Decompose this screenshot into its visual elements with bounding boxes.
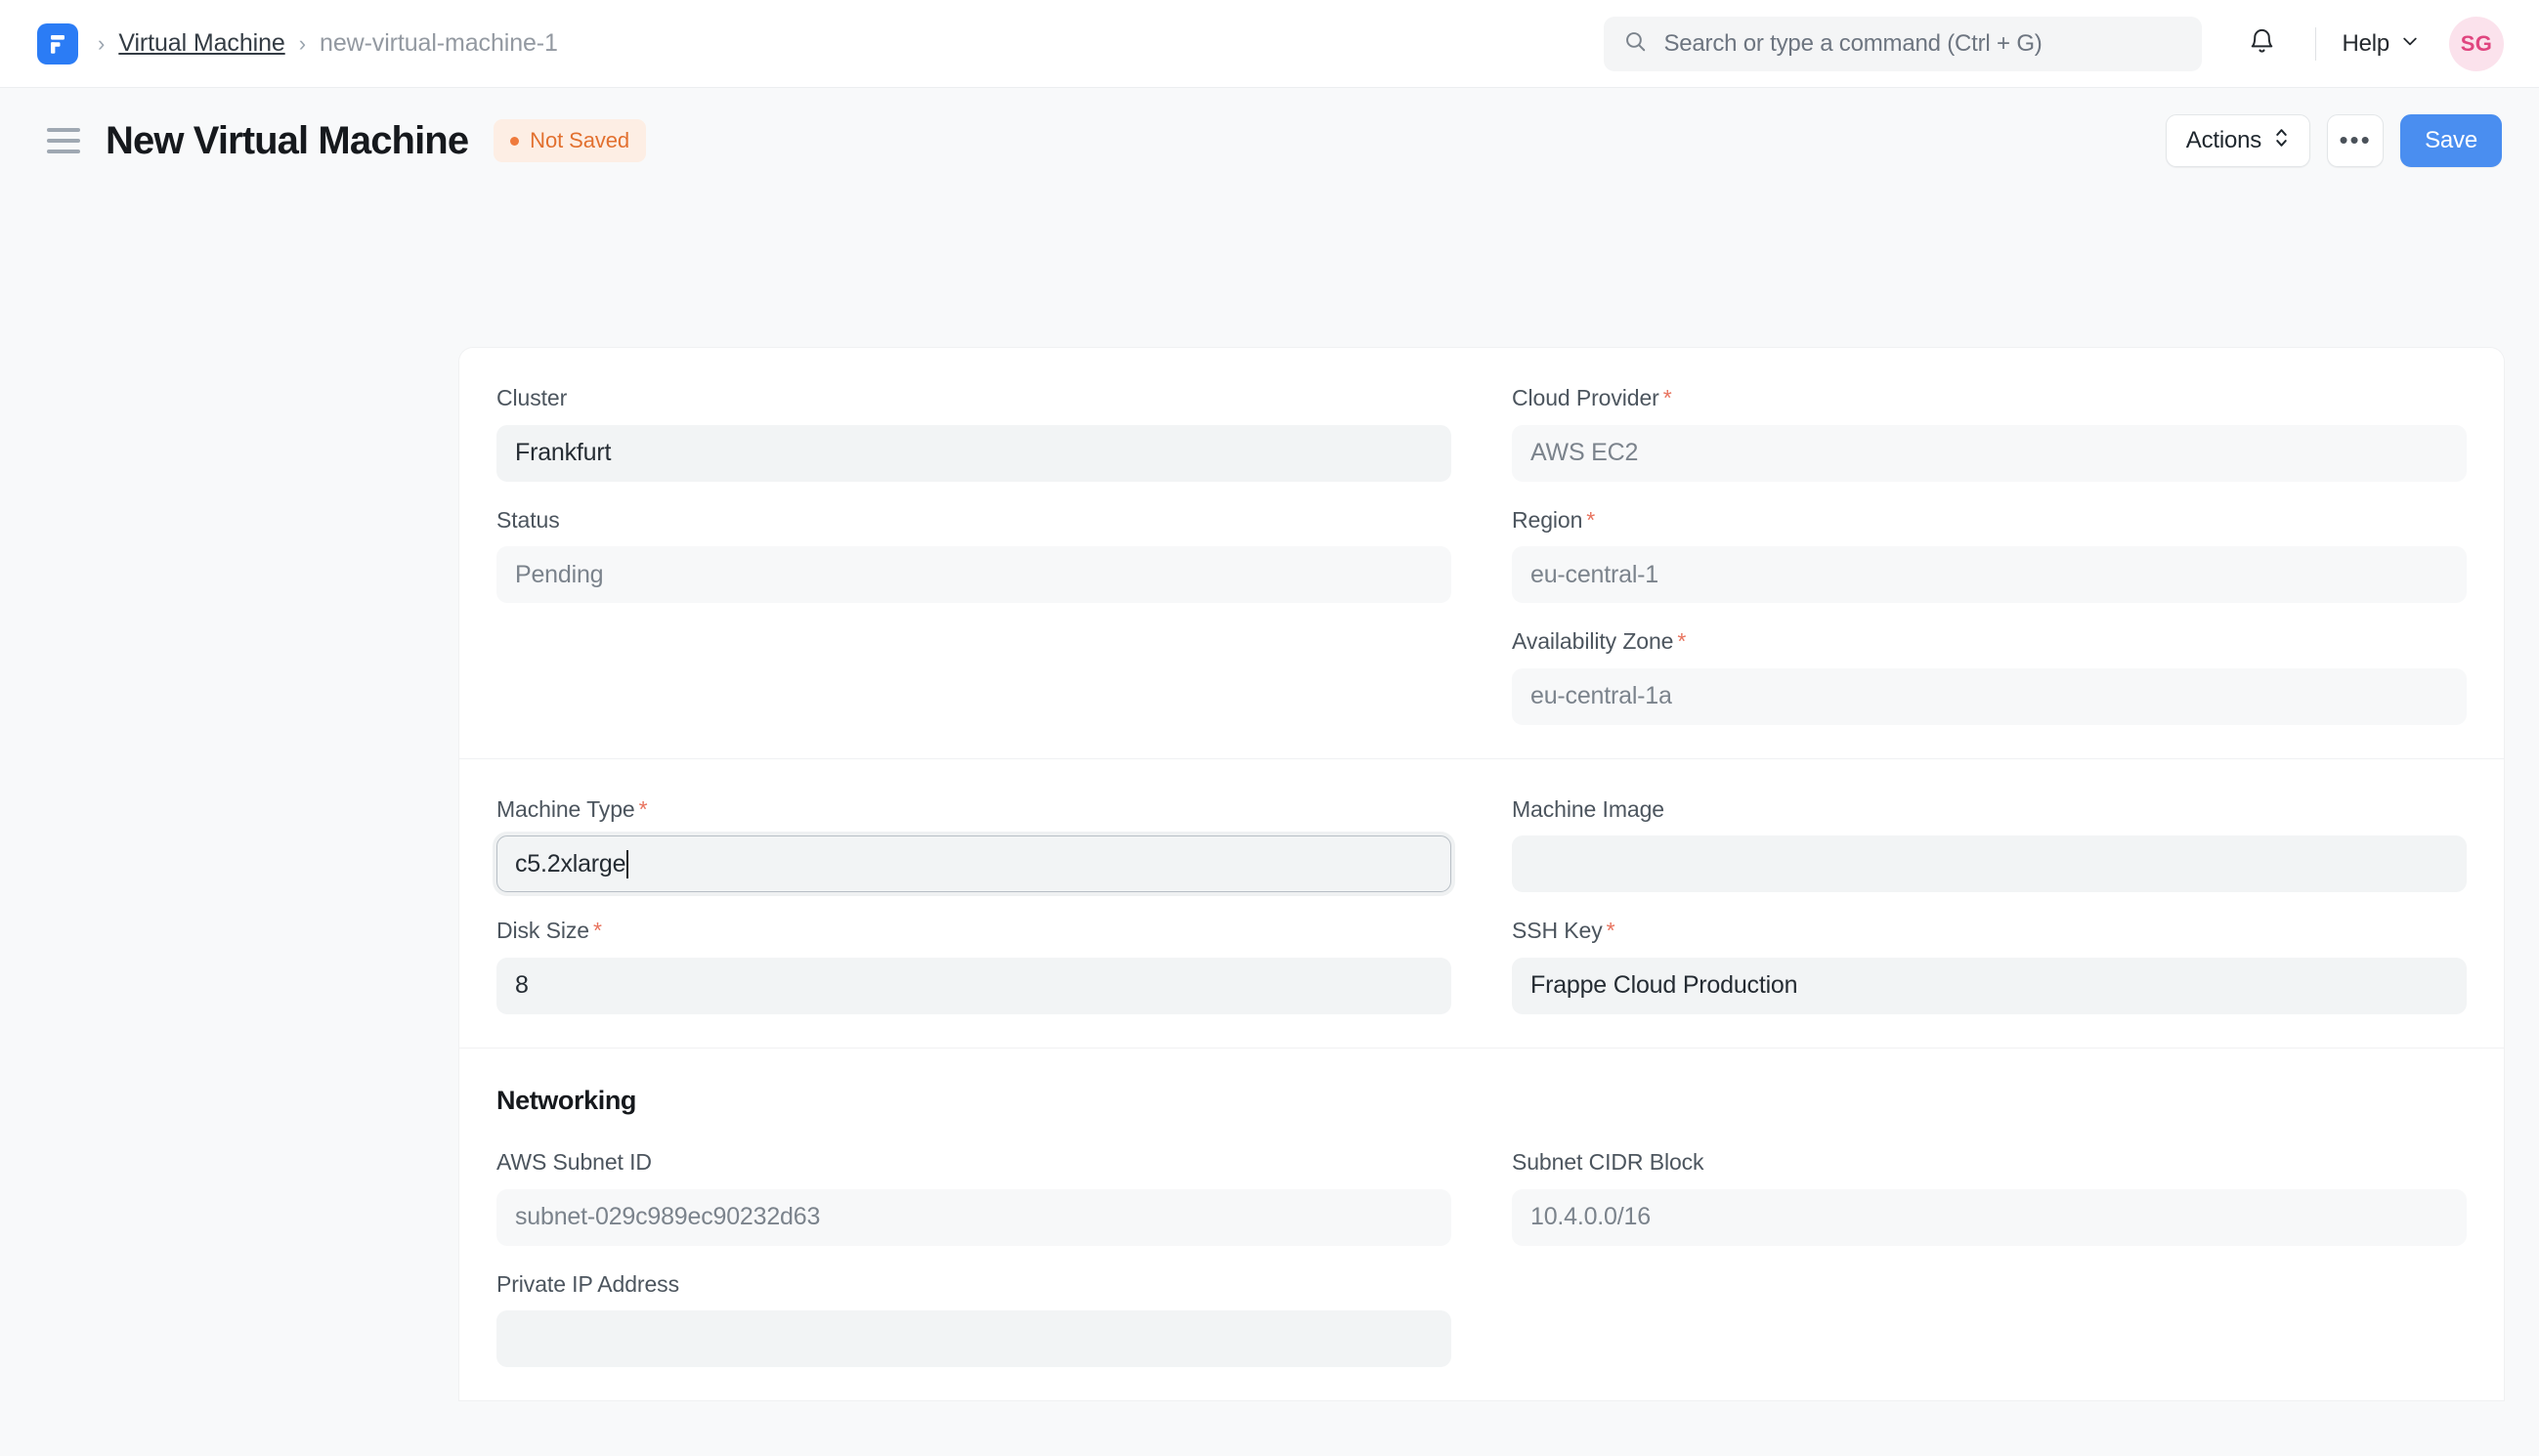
topbar-right-group: Search or type a command (Ctrl + G) Help… [1604,16,2504,72]
form-column-right: Subnet CIDR Block 10.4.0.0/16 [1512,1149,2467,1367]
more-options-button[interactable]: ••• [2327,114,2384,167]
field-aws-subnet-id: AWS Subnet ID subnet-029c989ec90232d63 [496,1149,1451,1246]
form-section-networking: Networking AWS Subnet ID subnet-029c989e… [459,1048,2504,1400]
field-label-subnet-cidr-block: Subnet CIDR Block [1512,1149,2467,1177]
form-grid: AWS Subnet ID subnet-029c989ec90232d63 P… [496,1149,2467,1367]
field-ssh-key: SSH Key* Frappe Cloud Production [1512,918,2467,1014]
breadcrumb-separator-2: › [299,33,306,55]
breadcrumb-parent-link[interactable]: Virtual Machine [118,29,284,58]
actions-button-label: Actions [2186,127,2261,154]
bell-icon [2248,27,2276,61]
input-machine-type-value: c5.2xlarge [515,850,625,878]
input-cloud-provider[interactable]: AWS EC2 [1512,425,2467,482]
field-label-status: Status [496,507,1451,535]
search-icon [1623,29,1648,59]
chevron-down-icon [2400,30,2420,58]
status-dot-icon [510,137,519,146]
field-label-machine-image: Machine Image [1512,796,2467,824]
input-machine-type[interactable]: c5.2xlarge [496,835,1451,892]
field-availability-zone: Availability Zone* eu-central-1a [1512,628,2467,725]
text-caret [626,850,628,878]
input-private-ip-address[interactable] [496,1310,1451,1367]
field-label-machine-type: Machine Type* [496,796,1451,824]
help-label: Help [2342,30,2389,58]
breadcrumb-current: new-virtual-machine-1 [320,29,558,58]
search-input[interactable]: Search or type a command (Ctrl + G) [1604,17,2202,71]
field-disk-size: Disk Size* 8 [496,918,1451,1014]
status-badge: Not Saved [494,119,646,162]
search-placeholder: Search or type a command (Ctrl + G) [1663,30,2042,58]
save-button[interactable]: Save [2400,114,2502,167]
required-asterisk: * [593,918,602,943]
form-column-right: Machine Image SSH Key* Frappe Cloud Prod… [1512,796,2467,1014]
input-subnet-cidr-block[interactable]: 10.4.0.0/16 [1512,1189,2467,1246]
required-asterisk: * [1677,628,1686,654]
field-status: Status Pending [496,507,1451,604]
form-column-left: AWS Subnet ID subnet-029c989ec90232d63 P… [496,1149,1451,1367]
save-button-label: Save [2425,127,2477,154]
page-header: New Virtual Machine Not Saved Actions ••… [0,88,2539,193]
input-availability-zone[interactable]: eu-central-1a [1512,668,2467,725]
avatar-initials: SG [2461,31,2492,57]
section-title-networking: Networking [496,1086,2467,1116]
field-label-private-ip-address: Private IP Address [496,1271,1451,1299]
field-label-cloud-provider: Cloud Provider* [1512,385,2467,412]
frappe-logo-icon[interactable] [37,23,78,64]
ellipsis-icon: ••• [2339,133,2371,149]
input-machine-image[interactable] [1512,835,2467,892]
page-header-actions: Actions ••• Save [2166,114,2502,167]
field-cloud-provider: Cloud Provider* AWS EC2 [1512,385,2467,482]
field-cluster: Cluster Frankfurt [496,385,1451,482]
page-body: New Virtual Machine Not Saved Actions ••… [0,88,2539,1456]
field-label-disk-size: Disk Size* [496,918,1451,945]
form-column-right: Cloud Provider* AWS EC2 Region* eu-centr… [1512,385,2467,725]
required-asterisk: * [1586,507,1595,533]
form-grid: Machine Type* c5.2xlarge Disk Size* 8 Ma… [496,796,2467,1014]
required-asterisk: * [1607,918,1615,943]
notifications-button[interactable] [2233,16,2290,72]
input-aws-subnet-id[interactable]: subnet-029c989ec90232d63 [496,1189,1451,1246]
field-region: Region* eu-central-1 [1512,507,2467,604]
field-label-region: Region* [1512,507,2467,535]
form-grid: Cluster Frankfurt Status Pending Cloud P… [496,385,2467,725]
input-ssh-key[interactable]: Frappe Cloud Production [1512,958,2467,1014]
input-status[interactable]: Pending [496,546,1451,603]
breadcrumb-separator-1: › [98,33,105,55]
help-menu-button[interactable]: Help [2342,30,2420,58]
avatar[interactable]: SG [2449,17,2504,71]
input-cluster[interactable]: Frankfurt [496,425,1451,482]
field-machine-type: Machine Type* c5.2xlarge [496,796,1451,893]
top-navigation-bar: › Virtual Machine › new-virtual-machine-… [0,0,2539,88]
required-asterisk: * [1663,385,1672,410]
topbar-divider [2315,27,2316,61]
hamburger-icon[interactable] [47,128,80,153]
page-title: New Virtual Machine [106,119,468,163]
field-label-aws-subnet-id: AWS Subnet ID [496,1149,1451,1177]
field-private-ip-address: Private IP Address [496,1271,1451,1368]
form-section-general: Cluster Frankfurt Status Pending Cloud P… [459,348,2504,758]
field-machine-image: Machine Image [1512,796,2467,893]
actions-button[interactable]: Actions [2166,114,2310,167]
form-section-machine: Machine Type* c5.2xlarge Disk Size* 8 Ma… [459,758,2504,1048]
field-label-cluster: Cluster [496,385,1451,412]
input-disk-size[interactable]: 8 [496,958,1451,1014]
field-subnet-cidr-block: Subnet CIDR Block 10.4.0.0/16 [1512,1149,2467,1246]
required-asterisk: * [639,796,648,822]
field-label-ssh-key: SSH Key* [1512,918,2467,945]
status-badge-label: Not Saved [530,128,629,153]
chevron-up-down-icon [2273,127,2290,155]
form-card: Cluster Frankfurt Status Pending Cloud P… [459,348,2504,1400]
form-column-left: Cluster Frankfurt Status Pending [496,385,1451,725]
field-label-availability-zone: Availability Zone* [1512,628,2467,656]
form-column-left: Machine Type* c5.2xlarge Disk Size* 8 [496,796,1451,1014]
input-region[interactable]: eu-central-1 [1512,546,2467,603]
